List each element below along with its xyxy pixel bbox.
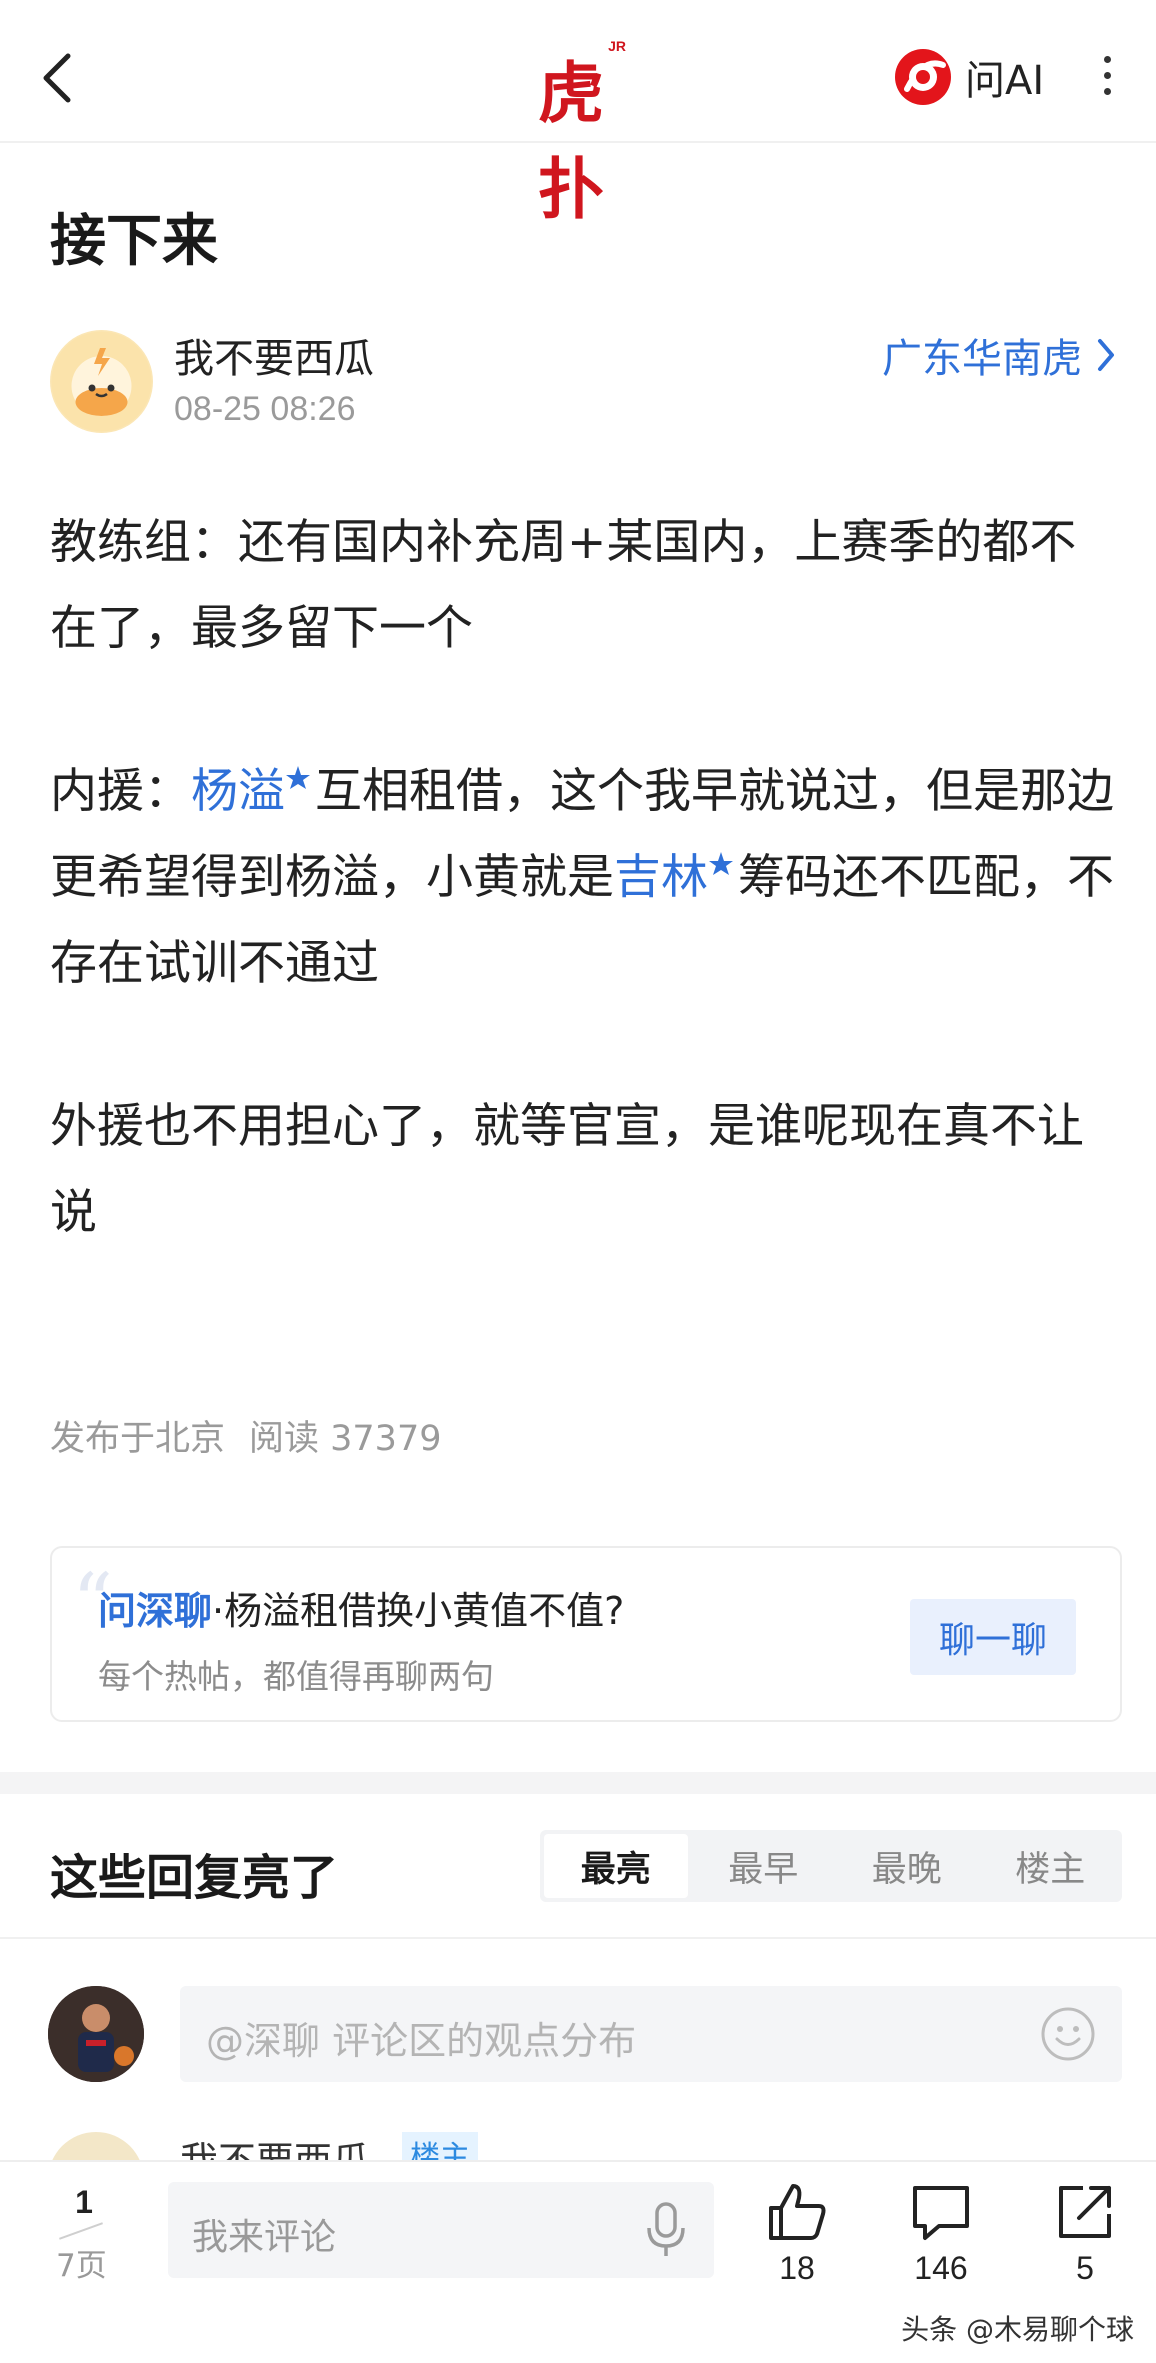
tab-latest[interactable]: 最晚 [835, 1830, 979, 1902]
author-avatar[interactable] [50, 330, 153, 433]
star-icon [709, 852, 733, 875]
emoji-icon[interactable] [1040, 2006, 1096, 2062]
logo-text: 虎扑 [538, 55, 604, 228]
reply-author-name[interactable]: 我不要西瓜 [180, 2130, 370, 2160]
deep-chat-prompt-input[interactable]: @深聊 评论区的观点分布 [180, 1986, 1122, 2082]
more-options-icon[interactable] [1100, 56, 1114, 100]
comments-button[interactable]: 146 [896, 2182, 986, 2287]
paragraph-3: 外援也不用担心了，就等官宣，是谁呢现在真不让说 [50, 1099, 1084, 1240]
ask-ai-label: 问AI [965, 58, 1045, 104]
reply-sort-tabs: 最亮 最早 最晚 楼主 [540, 1830, 1122, 1902]
tag-link-jilin[interactable]: 吉林 [614, 850, 738, 905]
tag-link-yangyi[interactable]: 杨溢 [191, 764, 315, 819]
like-count: 18 [779, 2250, 815, 2286]
deep-chat-brand: 问深聊 [98, 1589, 213, 1633]
forum-name: 广东华南虎 [882, 336, 1082, 382]
deep-chat-question: ·杨溢租借换小黄值不值? [212, 1589, 625, 1633]
comment-count: 146 [914, 2250, 968, 2286]
prompt-placeholder: @深聊 评论区的观点分布 [206, 2019, 637, 2063]
post-body: 教练组：还有国内补充周+某国内，上赛季的都不在了，最多留下一个 内援：杨溢 互相租… [50, 500, 1120, 1333]
section-divider [0, 1772, 1156, 1794]
comment-input[interactable]: 我来评论 [168, 2182, 714, 2278]
post-title: 接下来 [50, 209, 218, 274]
post-location: 发布于北京 [50, 1419, 226, 1459]
read-count: 阅读 37379 [249, 1419, 442, 1459]
page-current: 1 [75, 2184, 93, 2220]
chevron-right-icon [1098, 339, 1114, 371]
paragraph-1: 教练组：还有国内补充周+某国内，上赛季的都不在了，最多留下一个 [50, 515, 1077, 656]
tab-op-only[interactable]: 楼主 [979, 1830, 1123, 1902]
share-icon [1059, 2186, 1111, 2238]
top-nav-bar: 虎扑 JR 问AI [0, 0, 1156, 228]
paragraph-2-text-a: 内援： [50, 764, 191, 819]
deep-chat-title: 问深聊·杨溢租借换小黄值不值? [98, 1580, 624, 1635]
share-count: 5 [1076, 2250, 1094, 2286]
logo-badge: JR [608, 38, 626, 54]
replies-divider [0, 1937, 1156, 1939]
hupu-logo: 虎扑 JR [538, 36, 628, 228]
back-icon[interactable] [38, 48, 78, 108]
ai-logo-icon [895, 49, 951, 105]
tab-brightest[interactable]: 最亮 [544, 1834, 688, 1898]
replies-heading: 这些回复亮了 [50, 1850, 339, 1906]
chat-button[interactable]: 聊一聊 [910, 1599, 1076, 1675]
page-total: 7页 [56, 2248, 107, 2284]
tag-link-yangyi-label: 杨溢 [191, 764, 285, 819]
author-name[interactable]: 我不要西瓜 [174, 326, 374, 384]
comment-placeholder: 我来评论 [192, 2217, 337, 2258]
star-icon [286, 766, 310, 789]
op-badge: 楼主 [402, 2132, 478, 2160]
deep-chat-subtitle: 每个热帖，都值得再聊两句 [98, 1657, 494, 1696]
reply-avatar[interactable] [48, 2132, 144, 2160]
ask-ai-button[interactable]: 问AI [893, 46, 1044, 108]
paragraph-2: 内援：杨溢 互相租借，这个我早就说过，但是那边更希望得到杨溢，小黄就是吉林 筹码还不… [50, 749, 1120, 1007]
tag-link-jilin-label: 吉林 [614, 850, 708, 905]
watermark: 头条 @木易聊个球 [901, 2313, 1134, 2346]
current-user-avatar[interactable] [48, 1986, 144, 2082]
thumbs-up-icon [769, 2184, 826, 2240]
post-meta: 发布于北京 阅读 37379 [50, 1410, 441, 1461]
tab-earliest[interactable]: 最早 [692, 1830, 836, 1902]
page-separator [59, 2222, 103, 2240]
deep-chat-card[interactable]: “ 问深聊·杨溢租借换小黄值不值? 每个热帖，都值得再聊两句 聊一聊 [50, 1546, 1122, 1722]
forum-link[interactable]: 广东华南虎 [882, 326, 1116, 384]
reply-item-peek: 我不要西瓜 楼主 [0, 2126, 1156, 2160]
microphone-icon[interactable] [644, 2200, 688, 2260]
share-button[interactable]: 5 [1040, 2182, 1130, 2287]
like-button[interactable]: 18 [752, 2182, 842, 2287]
post-timestamp: 08-25 08:26 [174, 390, 356, 428]
bottom-action-bar: 1 7页 我来评论 18 146 5 头条 @木易聊个球 [0, 2160, 1156, 2363]
comment-bubble-icon [913, 2186, 969, 2240]
